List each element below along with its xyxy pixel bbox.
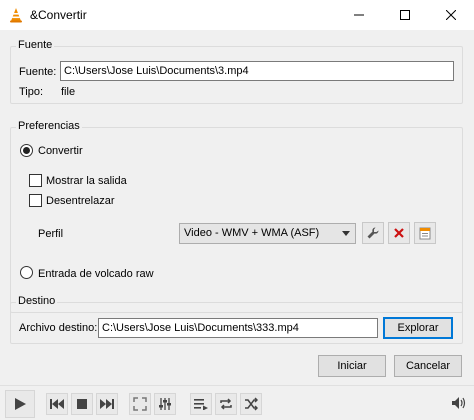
convert-label[interactable]: Convertir	[38, 145, 83, 157]
player-controls	[0, 385, 474, 420]
stop-icon	[77, 399, 87, 409]
deinterlace-checkbox[interactable]	[29, 194, 42, 207]
convert-dialog: Fuente Fuente: Tipo: file Preferencias C…	[0, 30, 474, 385]
edit-profile-button[interactable]	[362, 222, 384, 244]
extended-settings-icon	[159, 398, 171, 410]
destination-group-label: Destino	[16, 295, 58, 307]
cancel-button[interactable]: Cancelar	[394, 355, 462, 377]
destination-label: Archivo destino:	[19, 322, 98, 334]
start-button[interactable]: Iniciar	[318, 355, 386, 377]
raw-dump-radio[interactable]	[20, 266, 33, 279]
convert-radio[interactable]	[20, 144, 33, 157]
delete-profile-button[interactable]	[388, 222, 410, 244]
previous-icon	[50, 399, 64, 409]
window-title: &Convertir	[30, 8, 87, 22]
type-label: Tipo:	[19, 86, 44, 98]
play-button[interactable]	[5, 390, 35, 418]
maximize-button[interactable]	[382, 0, 428, 30]
show-output-label[interactable]: Mostrar la salida	[46, 175, 127, 187]
maximize-icon	[400, 10, 410, 20]
minimize-icon	[354, 14, 364, 16]
source-group-label: Fuente	[16, 39, 55, 51]
loop-icon	[220, 398, 232, 410]
playlist-icon	[194, 399, 208, 410]
deinterlace-label[interactable]: Desentrelazar	[46, 195, 114, 207]
shuffle-icon	[245, 397, 258, 411]
profile-label: Perfil	[38, 228, 64, 240]
vlc-cone-icon	[8, 7, 24, 23]
volume-icon[interactable]	[452, 397, 466, 412]
wrench-icon	[367, 227, 379, 239]
extended-settings-button[interactable]	[154, 393, 176, 415]
next-icon	[100, 399, 114, 409]
play-icon	[15, 398, 26, 410]
minimize-button[interactable]	[336, 0, 382, 30]
shuffle-button[interactable]	[240, 393, 262, 415]
profile-select-value: Video - WMV + WMA (ASF)	[184, 227, 320, 239]
title-bar: &Convertir	[0, 0, 474, 30]
source-path-field[interactable]	[60, 61, 454, 81]
preferences-group-label: Preferencias	[16, 120, 82, 132]
delete-icon	[394, 228, 404, 238]
loop-button[interactable]	[215, 393, 237, 415]
close-icon	[446, 10, 456, 20]
new-profile-button[interactable]	[414, 222, 436, 244]
stop-button[interactable]	[71, 393, 93, 415]
new-profile-icon	[419, 227, 431, 240]
next-button[interactable]	[96, 393, 118, 415]
chevron-down-icon	[342, 231, 350, 236]
raw-dump-label[interactable]: Entrada de volcado raw	[38, 268, 154, 280]
type-value: file	[61, 86, 76, 98]
fullscreen-button[interactable]	[129, 393, 151, 415]
profile-select[interactable]: Video - WMV + WMA (ASF)	[179, 223, 356, 244]
fullscreen-icon	[133, 397, 147, 411]
show-output-checkbox[interactable]	[29, 174, 42, 187]
close-button[interactable]	[428, 0, 474, 30]
previous-button[interactable]	[46, 393, 68, 415]
source-label: Fuente:	[19, 66, 57, 78]
destination-path-field[interactable]	[98, 318, 378, 338]
browse-button[interactable]: Explorar	[383, 317, 453, 339]
playlist-button[interactable]	[190, 393, 212, 415]
